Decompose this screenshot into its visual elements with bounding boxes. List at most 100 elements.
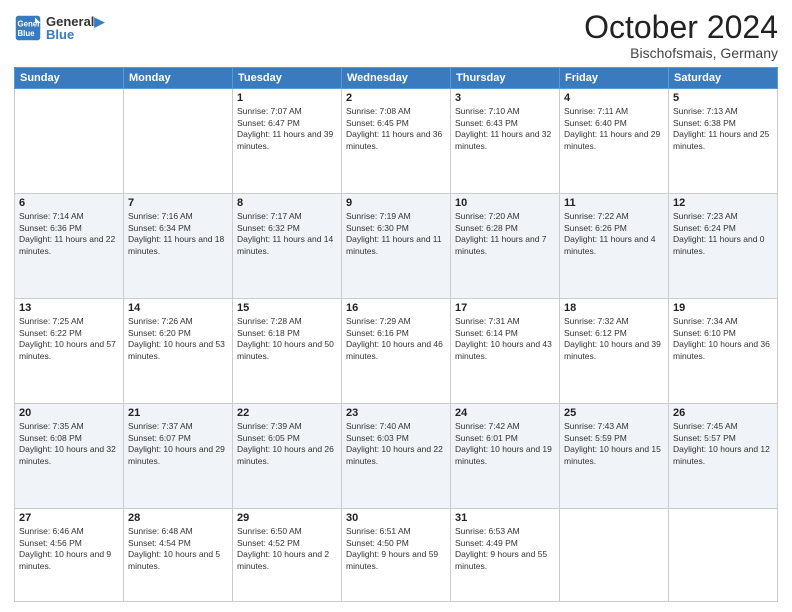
- day-number: 30: [346, 512, 446, 524]
- cell-content: Sunrise: 7:28 AM Sunset: 6:18 PM Dayligh…: [237, 316, 337, 362]
- cell-content: Sunrise: 7:43 AM Sunset: 5:59 PM Dayligh…: [564, 421, 664, 467]
- calendar-cell: 3 Sunrise: 7:10 AM Sunset: 6:43 PM Daylig…: [451, 89, 560, 194]
- day-number: 27: [19, 512, 119, 524]
- calendar-cell: 2Sunrise: 7:08 AM Sunset: 6:45 PM Daylig…: [342, 89, 451, 194]
- day-number: 6: [19, 197, 119, 209]
- cell-content: Sunrise: 7:13 AM Sunset: 6:38 PM Dayligh…: [673, 106, 773, 152]
- cell-content: Sunrise: 7:45 AM Sunset: 5:57 PM Dayligh…: [673, 421, 773, 467]
- calendar-cell: [669, 509, 778, 602]
- calendar-cell: 28 Sunrise: 6:48 AM Sunset: 4:54 PM Dayli…: [124, 509, 233, 602]
- calendar-cell: [124, 89, 233, 194]
- calendar-cell: 24 Sunrise: 7:42 AM Sunset: 6:01 PM Dayli…: [451, 404, 560, 509]
- month-title: October 2024: [584, 10, 778, 45]
- day-number: 10: [455, 197, 555, 209]
- cell-content: Sunrise: 7:16 AM Sunset: 6:34 PM Dayligh…: [128, 211, 228, 257]
- calendar-header-thursday: Thursday: [451, 68, 560, 89]
- cell-content: Sunrise: 7:10 AM Sunset: 6:43 PM Dayligh…: [455, 106, 555, 152]
- cell-content: Sunrise: 7:34 AM Sunset: 6:10 PM Dayligh…: [673, 316, 773, 362]
- day-number: 15: [237, 302, 337, 314]
- calendar-cell: 16 Sunrise: 7:29 AM Sunset: 6:16 PM Dayli…: [342, 299, 451, 404]
- day-number: 24: [455, 407, 555, 419]
- cell-content: Sunrise: 7:40 AM Sunset: 6:03 PM Dayligh…: [346, 421, 446, 467]
- cell-content: Sunrise: 7:42 AM Sunset: 6:01 PM Dayligh…: [455, 421, 555, 467]
- calendar-cell: 17 Sunrise: 7:31 AM Sunset: 6:14 PM Dayli…: [451, 299, 560, 404]
- cell-content: Sunrise: 7:20 AM Sunset: 6:28 PM Dayligh…: [455, 211, 555, 257]
- page: General Blue General▶ Blue October 2024 …: [0, 0, 792, 612]
- cell-content: Sunrise: 7:22 AM Sunset: 6:26 PM Dayligh…: [564, 211, 664, 257]
- day-number: 23: [346, 407, 446, 419]
- calendar-cell: 23 Sunrise: 7:40 AM Sunset: 6:03 PM Dayli…: [342, 404, 451, 509]
- day-number: 22: [237, 407, 337, 419]
- calendar-cell: 25 Sunrise: 7:43 AM Sunset: 5:59 PM Dayli…: [560, 404, 669, 509]
- calendar-cell: 7 Sunrise: 7:16 AM Sunset: 6:34 PM Daylig…: [124, 194, 233, 299]
- calendar-cell: 11Sunrise: 7:22 AM Sunset: 6:26 PM Dayli…: [560, 194, 669, 299]
- cell-content: Sunrise: 7:23 AM Sunset: 6:24 PM Dayligh…: [673, 211, 773, 257]
- day-number: 28: [128, 512, 228, 524]
- cell-content: Sunrise: 6:48 AM Sunset: 4:54 PM Dayligh…: [128, 526, 228, 572]
- calendar-cell: 31 Sunrise: 6:53 AM Sunset: 4:49 PM Dayli…: [451, 509, 560, 602]
- calendar-cell: [560, 509, 669, 602]
- cell-content: Sunrise: 7:35 AM Sunset: 6:08 PM Dayligh…: [19, 421, 119, 467]
- day-number: 18: [564, 302, 664, 314]
- cell-content: Sunrise: 7:14 AM Sunset: 6:36 PM Dayligh…: [19, 211, 119, 257]
- logo: General Blue General▶ Blue: [14, 14, 104, 42]
- day-number: 5: [673, 92, 773, 104]
- cell-content: Sunrise: 7:08 AM Sunset: 6:45 PM Dayligh…: [346, 106, 446, 152]
- calendar-cell: 5 Sunrise: 7:13 AM Sunset: 6:38 PM Daylig…: [669, 89, 778, 194]
- calendar-header-friday: Friday: [560, 68, 669, 89]
- cell-content: Sunrise: 7:29 AM Sunset: 6:16 PM Dayligh…: [346, 316, 446, 362]
- calendar-week-1: 6 Sunrise: 7:14 AM Sunset: 6:36 PM Daylig…: [15, 194, 778, 299]
- calendar-cell: 8Sunrise: 7:17 AM Sunset: 6:32 PM Daylig…: [233, 194, 342, 299]
- cell-content: Sunrise: 7:31 AM Sunset: 6:14 PM Dayligh…: [455, 316, 555, 362]
- day-number: 16: [346, 302, 446, 314]
- calendar: SundayMondayTuesdayWednesdayThursdayFrid…: [14, 67, 778, 602]
- day-number: 21: [128, 407, 228, 419]
- calendar-cell: 12Sunrise: 7:23 AM Sunset: 6:24 PM Dayli…: [669, 194, 778, 299]
- day-number: 14: [128, 302, 228, 314]
- cell-content: Sunrise: 6:50 AM Sunset: 4:52 PM Dayligh…: [237, 526, 337, 572]
- calendar-cell: 1Sunrise: 7:07 AM Sunset: 6:47 PM Daylig…: [233, 89, 342, 194]
- day-number: 7: [128, 197, 228, 209]
- calendar-cell: 22Sunrise: 7:39 AM Sunset: 6:05 PM Dayli…: [233, 404, 342, 509]
- svg-text:Blue: Blue: [18, 29, 36, 38]
- day-number: 1: [237, 92, 337, 104]
- calendar-week-4: 27 Sunrise: 6:46 AM Sunset: 4:56 PM Dayli…: [15, 509, 778, 602]
- logo-text: General▶ Blue: [46, 14, 104, 42]
- calendar-week-3: 20 Sunrise: 7:35 AM Sunset: 6:08 PM Dayli…: [15, 404, 778, 509]
- cell-content: Sunrise: 6:53 AM Sunset: 4:49 PM Dayligh…: [455, 526, 555, 572]
- calendar-header-sunday: Sunday: [15, 68, 124, 89]
- day-number: 9: [346, 197, 446, 209]
- location: Bischofsmais, Germany: [584, 45, 778, 61]
- day-number: 25: [564, 407, 664, 419]
- day-number: 20: [19, 407, 119, 419]
- calendar-cell: 15 Sunrise: 7:28 AM Sunset: 6:18 PM Dayli…: [233, 299, 342, 404]
- calendar-cell: 14Sunrise: 7:26 AM Sunset: 6:20 PM Dayli…: [124, 299, 233, 404]
- cell-content: Sunrise: 7:19 AM Sunset: 6:30 PM Dayligh…: [346, 211, 446, 257]
- calendar-week-2: 13Sunrise: 7:25 AM Sunset: 6:22 PM Dayli…: [15, 299, 778, 404]
- day-number: 17: [455, 302, 555, 314]
- calendar-cell: 27 Sunrise: 6:46 AM Sunset: 4:56 PM Dayli…: [15, 509, 124, 602]
- calendar-cell: 18Sunrise: 7:32 AM Sunset: 6:12 PM Dayli…: [560, 299, 669, 404]
- day-number: 19: [673, 302, 773, 314]
- calendar-cell: 9 Sunrise: 7:19 AM Sunset: 6:30 PM Daylig…: [342, 194, 451, 299]
- day-number: 13: [19, 302, 119, 314]
- calendar-cell: 6 Sunrise: 7:14 AM Sunset: 6:36 PM Daylig…: [15, 194, 124, 299]
- day-number: 26: [673, 407, 773, 419]
- cell-content: Sunrise: 6:46 AM Sunset: 4:56 PM Dayligh…: [19, 526, 119, 572]
- calendar-cell: [15, 89, 124, 194]
- calendar-cell: 10 Sunrise: 7:20 AM Sunset: 6:28 PM Dayli…: [451, 194, 560, 299]
- calendar-header-saturday: Saturday: [669, 68, 778, 89]
- calendar-cell: 30Sunrise: 6:51 AM Sunset: 4:50 PM Dayli…: [342, 509, 451, 602]
- cell-content: Sunrise: 7:17 AM Sunset: 6:32 PM Dayligh…: [237, 211, 337, 257]
- logo-icon: General Blue: [14, 14, 42, 42]
- calendar-week-0: 1Sunrise: 7:07 AM Sunset: 6:47 PM Daylig…: [15, 89, 778, 194]
- day-number: 4: [564, 92, 664, 104]
- header: General Blue General▶ Blue October 2024 …: [14, 10, 778, 61]
- calendar-cell: 29 Sunrise: 6:50 AM Sunset: 4:52 PM Dayli…: [233, 509, 342, 602]
- day-number: 31: [455, 512, 555, 524]
- calendar-cell: 21 Sunrise: 7:37 AM Sunset: 6:07 PM Dayli…: [124, 404, 233, 509]
- day-number: 3: [455, 92, 555, 104]
- day-number: 29: [237, 512, 337, 524]
- calendar-header-monday: Monday: [124, 68, 233, 89]
- cell-content: Sunrise: 7:37 AM Sunset: 6:07 PM Dayligh…: [128, 421, 228, 467]
